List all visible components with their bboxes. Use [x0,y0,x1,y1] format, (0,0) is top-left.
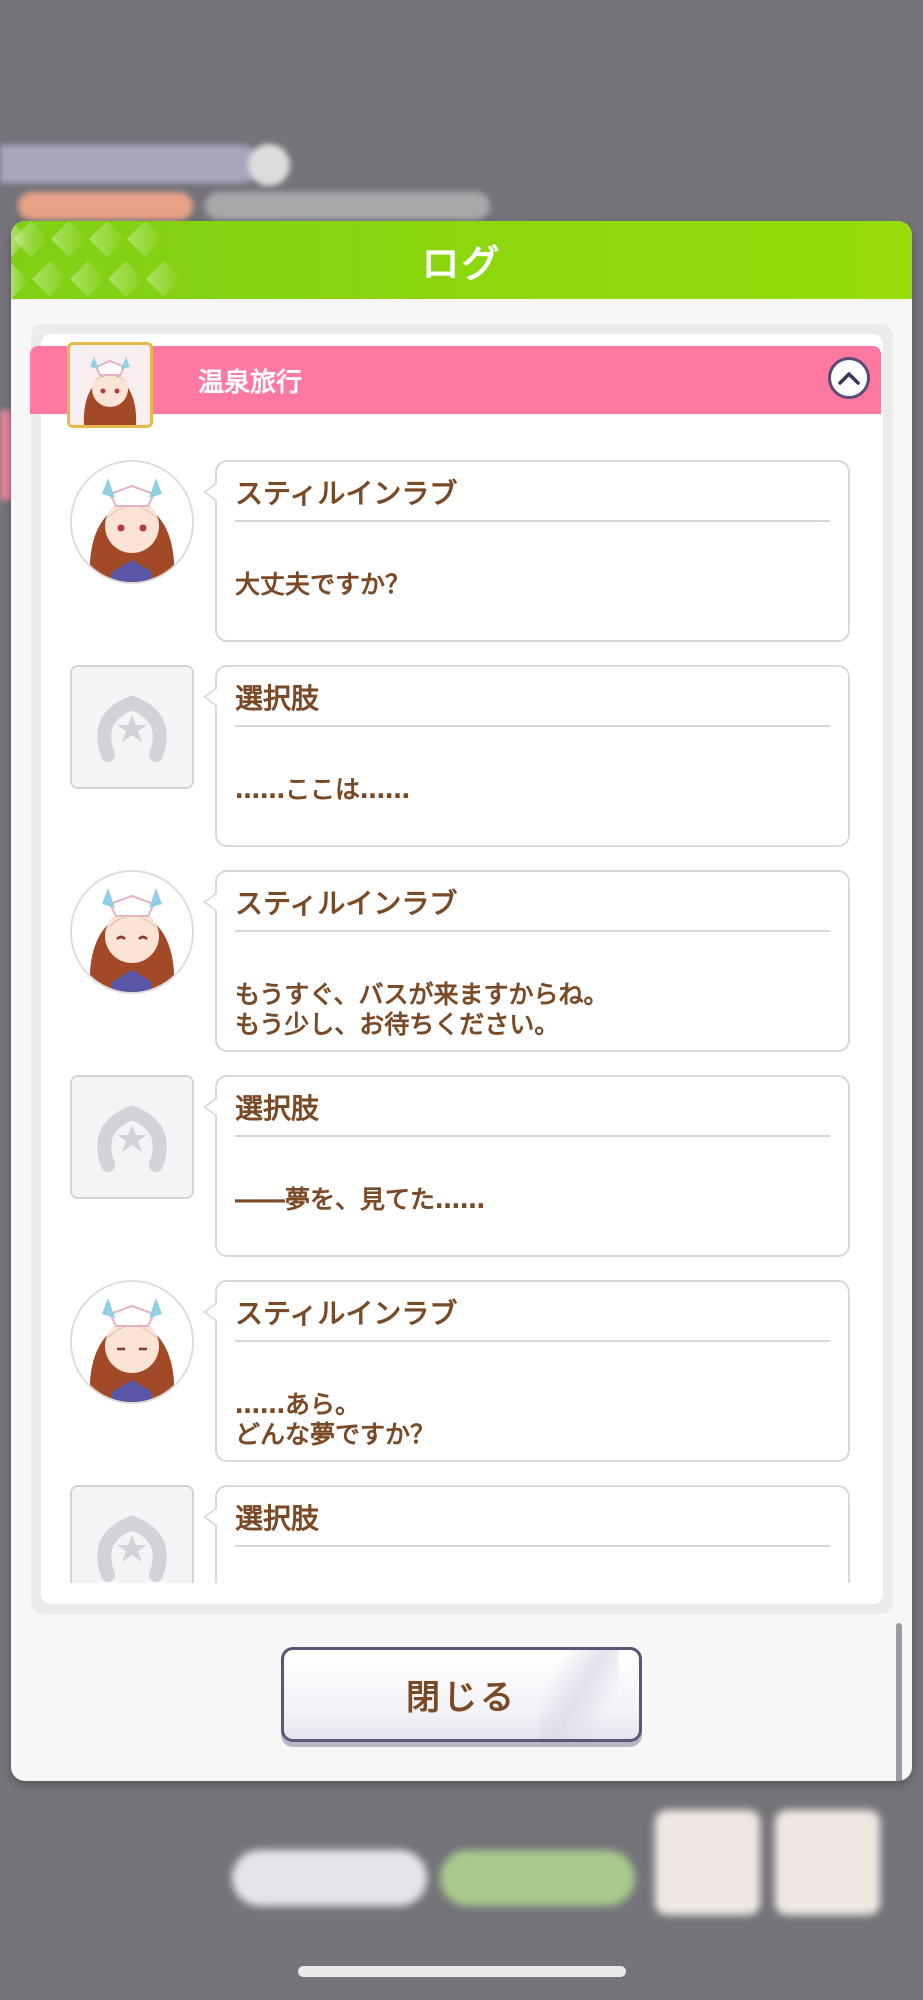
background-menu-button [775,1810,880,1915]
message-text: 大丈夫ですか？ [235,570,411,599]
message-text: もうすぐ、バスが来ますからね。 もう少し、お待ちください。 [235,980,609,1039]
message-bubble: 選択肢 ……ここは…… [203,665,850,847]
message-text: ――夢を、見てた…… [235,1185,486,1214]
character-portrait-icon [72,1282,192,1402]
horseshoe-icon [72,1077,192,1197]
speaker-name: スティルインラブ [235,477,458,510]
horseshoe-icon [72,667,192,787]
divider [235,1340,830,1342]
log-entries: スティルインラブ 大丈夫ですか？ 選択肢 ……ここは…… スティルインラブ もう… [0,0,923,1583]
divider [235,1135,830,1137]
message-text: ……ここは…… [235,775,411,804]
speaker-name: スティルインラブ [235,1297,458,1330]
character-portrait-icon [72,462,192,582]
background-auto-button [440,1850,635,1906]
divider [235,520,830,522]
choice-avatar [70,665,194,789]
speaker-name: 選択肢 [235,1092,320,1125]
message-bubble: スティルインラブ ……あら。 どんな夢ですか？ [203,1280,850,1462]
speaker-name: 選択肢 [235,682,320,715]
divider [235,1545,830,1547]
character-avatar [70,1280,194,1404]
message-bubble: スティルインラブ もうすぐ、バスが来ますからね。 もう少し、お待ちください。 [203,870,850,1052]
background-log-button [655,1810,760,1915]
character-avatar [70,460,194,584]
choice-avatar [70,1485,194,1583]
divider [235,930,830,932]
speaker-name: スティルインラブ [235,887,458,920]
character-portrait-icon [72,872,192,992]
close-button[interactable]: 閉じる [281,1647,642,1742]
button-shine [539,1650,619,1739]
home-indicator[interactable] [298,1966,626,1977]
scrollbar-thumb[interactable] [896,1623,902,1781]
background-skip-button [232,1850,427,1906]
choice-avatar [70,1075,194,1199]
message-text: ……あら。 どんな夢ですか？ [235,1390,436,1449]
horseshoe-icon [72,1487,192,1583]
divider [235,725,830,727]
message-bubble: 選択肢 ――夢を、見てた…… [203,1075,850,1257]
message-bubble: 選択肢 [203,1485,850,1583]
message-bubble: スティルインラブ 大丈夫ですか？ [203,460,850,642]
speaker-name: 選択肢 [235,1502,320,1535]
character-avatar [70,870,194,994]
close-button-label: 閉じる [406,1678,517,1718]
